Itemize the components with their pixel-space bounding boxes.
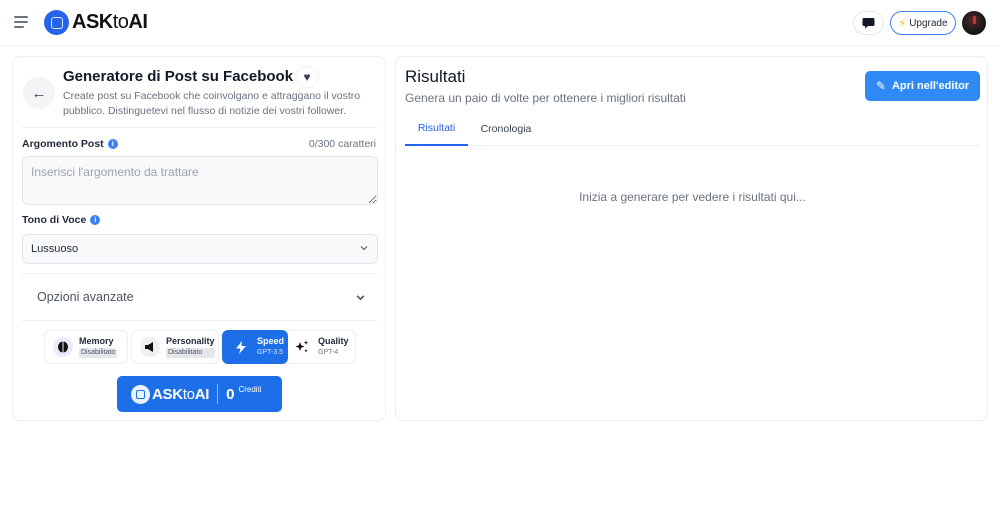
generate-button[interactable]: ASKtoAI 0 Crediti bbox=[117, 376, 282, 412]
results-panel: Risultati Genera un paio di volte per ot… bbox=[395, 56, 988, 421]
upgrade-button[interactable]: ⚡ Upgrade bbox=[890, 11, 956, 35]
tab-risultati[interactable]: Risultati bbox=[405, 112, 468, 146]
tab-cronologia[interactable]: Cronologia bbox=[472, 112, 540, 146]
tool-description: Create post su Facebook che coinvolgano … bbox=[63, 90, 361, 117]
mode-status: GPT-4 bbox=[318, 349, 339, 356]
chip-icon bbox=[131, 384, 150, 404]
results-tabs: Risultati Cronologia bbox=[405, 112, 980, 146]
mode-status: Disabilitato bbox=[166, 348, 215, 358]
upgrade-label: Upgrade bbox=[909, 17, 948, 29]
brand-name: ASKtoAI bbox=[72, 11, 148, 34]
megaphone-icon bbox=[140, 337, 160, 357]
brand-prefix: ASK bbox=[152, 385, 183, 403]
mode-name: Speed bbox=[257, 336, 285, 346]
brand-prefix: ASK bbox=[72, 11, 113, 33]
divider bbox=[22, 320, 377, 321]
brain-icon bbox=[53, 337, 73, 357]
info-icon[interactable]: i bbox=[90, 215, 101, 225]
hamburger-icon[interactable] bbox=[14, 14, 32, 30]
tone-label-text: Tono di Voce bbox=[22, 214, 87, 226]
chip-icon bbox=[44, 10, 69, 35]
top-bar: ASKtoAI ⚡ Upgrade bbox=[0, 0, 1000, 46]
results-subtitle: Genera un paio di volte per ottenere i m… bbox=[405, 91, 686, 105]
chat-button[interactable] bbox=[853, 11, 884, 35]
chat-bubble-icon bbox=[862, 18, 875, 29]
credits-label: Crediti bbox=[238, 384, 262, 394]
char-counter: 0/300 caratteri bbox=[308, 138, 376, 150]
mode-name: Memory bbox=[79, 336, 114, 346]
brand-suffix: AI bbox=[194, 385, 210, 403]
info-icon[interactable]: i bbox=[107, 139, 118, 149]
mode-name: Personality bbox=[166, 336, 215, 346]
lightning-icon: ⚡ bbox=[898, 17, 907, 30]
tone-select[interactable]: Lussuoso bbox=[22, 234, 378, 264]
generate-brand: ASKtoAI bbox=[152, 386, 209, 403]
logo[interactable]: ASKtoAI bbox=[44, 10, 148, 35]
brand-suffix: AI bbox=[128, 11, 148, 33]
topic-input[interactable] bbox=[22, 156, 378, 205]
mode-status: Disabilitato bbox=[79, 348, 118, 358]
empty-state-message: Inizia a generare per vedere i risultati… bbox=[579, 190, 806, 204]
tool-panel: ← Generatore di Post su Facebook ♥ Creat… bbox=[12, 56, 386, 421]
tone-value: Lussuoso bbox=[31, 243, 79, 255]
separator bbox=[217, 384, 219, 404]
arrow-left-icon: ← bbox=[31, 84, 47, 102]
brand-mid: to bbox=[112, 11, 129, 33]
open-editor-label: Apri nell'editor bbox=[891, 80, 970, 92]
topic-label-text: Argomento Post bbox=[22, 138, 104, 150]
advanced-options-label: Opzioni avanzate bbox=[37, 290, 134, 304]
mode-personality[interactable]: Personality Disabilitato bbox=[131, 330, 219, 364]
brand-mid: to bbox=[182, 385, 195, 403]
back-button[interactable]: ← bbox=[23, 77, 55, 109]
credits-count: 0 bbox=[226, 385, 235, 403]
tone-label: Tono di Voce i bbox=[22, 214, 101, 226]
open-editor-button[interactable]: ✎ Apri nell'editor bbox=[865, 71, 980, 101]
lightning-icon bbox=[231, 337, 251, 357]
divider bbox=[22, 127, 377, 128]
avatar[interactable] bbox=[962, 11, 986, 35]
mode-name: Quality bbox=[318, 336, 349, 346]
results-title: Risultati bbox=[405, 67, 466, 86]
topic-label: Argomento Post i bbox=[22, 138, 118, 150]
mode-memory[interactable]: Memory Disabilitato bbox=[44, 330, 128, 364]
mode-status: GPT-3.5 bbox=[257, 349, 284, 356]
pencil-icon: ✎ bbox=[875, 79, 886, 93]
chevron-down-icon bbox=[356, 295, 365, 301]
favorite-button[interactable]: ♥ bbox=[295, 66, 319, 88]
heart-icon: ♥ bbox=[303, 70, 311, 84]
mode-speed[interactable]: Speed GPT-3.5 bbox=[222, 330, 288, 364]
tool-title: Generatore di Post su Facebook bbox=[63, 68, 294, 85]
chevron-down-icon bbox=[360, 246, 368, 251]
sparkles-icon bbox=[292, 337, 312, 357]
mode-quality[interactable]: Quality GPT-4 bbox=[288, 330, 356, 364]
advanced-options-toggle[interactable]: Opzioni avanzate bbox=[22, 274, 378, 320]
